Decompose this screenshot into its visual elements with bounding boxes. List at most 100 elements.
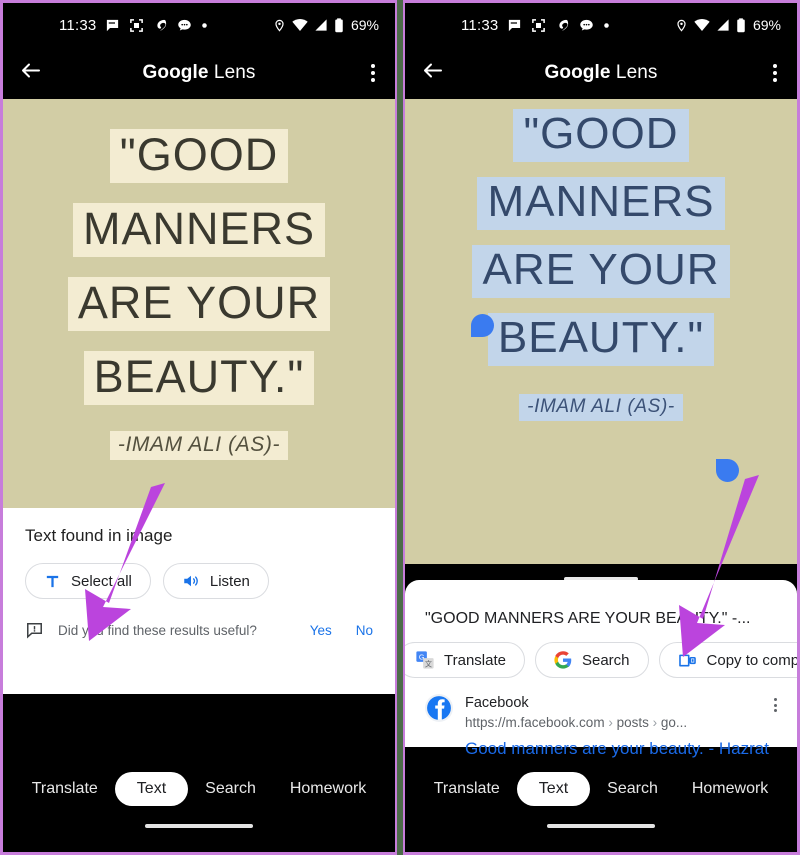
home-indicator[interactable] — [547, 824, 655, 828]
status-bar-right: 69% — [675, 17, 781, 33]
search-label: Search — [581, 651, 630, 669]
wifi-icon — [292, 18, 308, 32]
quote-attribution-text: -IMAM ALI (AS)- — [519, 393, 683, 421]
dot-icon — [201, 22, 208, 29]
home-indicator[interactable] — [145, 824, 253, 828]
quote-line[interactable]: "GOOD — [405, 109, 797, 162]
bottom-nav-row: Translate Text Search Homework — [405, 760, 797, 818]
sheet-drag-area[interactable] — [405, 564, 797, 594]
chat-bubble-icon — [579, 18, 594, 33]
nav-tab-text[interactable]: Text — [114, 772, 189, 806]
result-url-base: https://m.facebook.com — [465, 714, 605, 730]
status-bar: 11:33 69% — [405, 3, 797, 47]
status-bar-left: 11:33 — [461, 17, 610, 34]
selection-handle-end[interactable] — [716, 459, 739, 482]
battery-icon — [736, 17, 746, 33]
app-title-light: Lens — [208, 62, 256, 83]
quote-attribution[interactable]: -IMAM ALI (AS)- — [3, 430, 395, 460]
feedback-question: Did you find these results useful? — [58, 623, 257, 638]
quote-text-block: "GOOD MANNERS ARE YOUR BEAUTY." -IMAM AL… — [3, 129, 395, 460]
status-bar-right: 69% — [273, 17, 379, 33]
lens-image-viewport[interactable]: "GOOD MANNERS ARE YOUR BEAUTY." -IMAM AL… — [405, 99, 797, 564]
quote-line-text: ARE YOUR — [472, 244, 730, 298]
signal-icon — [716, 18, 730, 32]
quote-line-text: BEAUTY." — [83, 350, 315, 405]
lens-image-viewport[interactable]: "GOOD MANNERS ARE YOUR BEAUTY." -IMAM AL… — [3, 99, 395, 508]
result-url: https://m.facebook.com › posts › go... — [465, 714, 688, 730]
quote-line-text: MANNERS — [72, 202, 326, 257]
status-bar-left: 11:33 — [59, 17, 208, 34]
quote-line[interactable]: BEAUTY." — [3, 350, 395, 405]
quote-line-text: MANNERS — [477, 176, 725, 230]
quote-line[interactable]: ARE YOUR — [3, 276, 395, 331]
text-results-panel: Text found in image Select all Listen Di… — [3, 508, 395, 694]
nav-tab-homework[interactable]: Homework — [273, 772, 383, 806]
search-result-text: Facebook https://m.facebook.com › posts … — [465, 694, 687, 732]
quote-line-text: ARE YOUR — [67, 276, 331, 331]
wifi-icon — [694, 18, 710, 32]
feedback-no-button[interactable]: No — [356, 623, 373, 638]
quote-attribution-text: -IMAM ALI (AS)- — [109, 430, 289, 460]
quote-line[interactable]: ARE YOUR — [405, 244, 797, 298]
right-phone-screenshot: 11:33 69% Google Lens "GOOD MANNERS ARE … — [403, 0, 800, 855]
quote-line[interactable]: MANNERS — [405, 176, 797, 230]
status-time: 11:33 — [59, 16, 97, 34]
arrow-back-icon[interactable] — [421, 59, 445, 88]
quote-line[interactable]: MANNERS — [3, 202, 395, 257]
battery-icon — [334, 17, 344, 33]
battery-percent: 69% — [350, 17, 379, 33]
more-vert-icon[interactable] — [371, 64, 375, 82]
quote-attribution[interactable]: -IMAM ALI (AS)- — [405, 393, 797, 421]
copy-to-computer-button[interactable]: Copy to computer — [658, 642, 800, 678]
nav-tab-translate[interactable]: Translate — [15, 772, 115, 806]
quote-line-text: "GOOD — [513, 109, 689, 162]
translate-button[interactable]: G 文 Translate — [405, 642, 525, 678]
status-time: 11:33 — [461, 16, 499, 34]
quote-line-text: "GOOD — [109, 129, 289, 183]
page-title: Google Lens — [405, 62, 797, 84]
selected-text-preview[interactable]: "GOOD MANNERS ARE YOUR BEAUTY." -... — [419, 594, 783, 642]
action-chip-row: Select all Listen — [25, 563, 373, 599]
bottom-nav: Translate Text Search Homework — [405, 760, 797, 852]
status-bar: 11:33 69% — [3, 3, 395, 47]
result-url-crumb1: posts — [616, 714, 649, 730]
listen-button[interactable]: Listen — [162, 563, 269, 599]
bottom-sheet: "GOOD MANNERS ARE YOUR BEAUTY." -... G 文… — [405, 594, 800, 758]
quote-line-text: BEAUTY." — [487, 312, 715, 366]
feedback-icon — [25, 621, 44, 640]
quote-text-block: "GOOD MANNERS ARE YOUR BEAUTY." -IMAM AL… — [405, 109, 797, 421]
select-all-button[interactable]: Select all — [25, 563, 151, 599]
quote-line[interactable]: BEAUTY." — [405, 312, 797, 366]
screenshot-icon — [129, 18, 144, 33]
search-result-item[interactable]: Facebook https://m.facebook.com › posts … — [419, 678, 783, 732]
nav-tab-search[interactable]: Search — [188, 772, 273, 806]
select-all-label: Select all — [71, 572, 132, 590]
result-link-title[interactable]: Good manners are your beauty. - Hazrat — [419, 732, 783, 759]
nav-tab-text[interactable]: Text — [516, 772, 591, 806]
left-phone-screenshot: 11:33 69% Google Lens "GOOD MANNERS ARE … — [0, 0, 397, 855]
result-more-vert-icon[interactable] — [774, 698, 777, 712]
listen-label: Listen — [209, 572, 250, 590]
app-title-light: Lens — [610, 62, 658, 83]
screenshot-icon — [531, 18, 546, 33]
arrow-back-icon[interactable] — [19, 59, 43, 88]
text-select-icon — [44, 573, 61, 590]
nav-tab-translate[interactable]: Translate — [417, 772, 517, 806]
facebook-icon — [425, 694, 453, 722]
nav-tab-search[interactable]: Search — [590, 772, 675, 806]
chat-bubble-icon — [177, 18, 192, 33]
copy-to-computer-label: Copy to computer — [706, 651, 800, 669]
svg-text:文: 文 — [425, 659, 432, 668]
more-vert-icon[interactable] — [773, 64, 777, 82]
selection-handle-start[interactable] — [471, 314, 494, 337]
result-url-crumb2: go... — [660, 714, 688, 730]
app-title-bold: Google — [142, 62, 209, 83]
nav-tab-homework[interactable]: Homework — [675, 772, 785, 806]
translate-label: Translate — [444, 651, 506, 669]
bottom-nav-row: Translate Text Search Homework — [3, 760, 395, 818]
quote-line[interactable]: "GOOD — [3, 129, 395, 183]
message-icon — [105, 18, 120, 33]
feedback-yes-button[interactable]: Yes — [310, 623, 332, 638]
search-button[interactable]: Search — [534, 642, 649, 678]
signal-icon — [314, 18, 328, 32]
